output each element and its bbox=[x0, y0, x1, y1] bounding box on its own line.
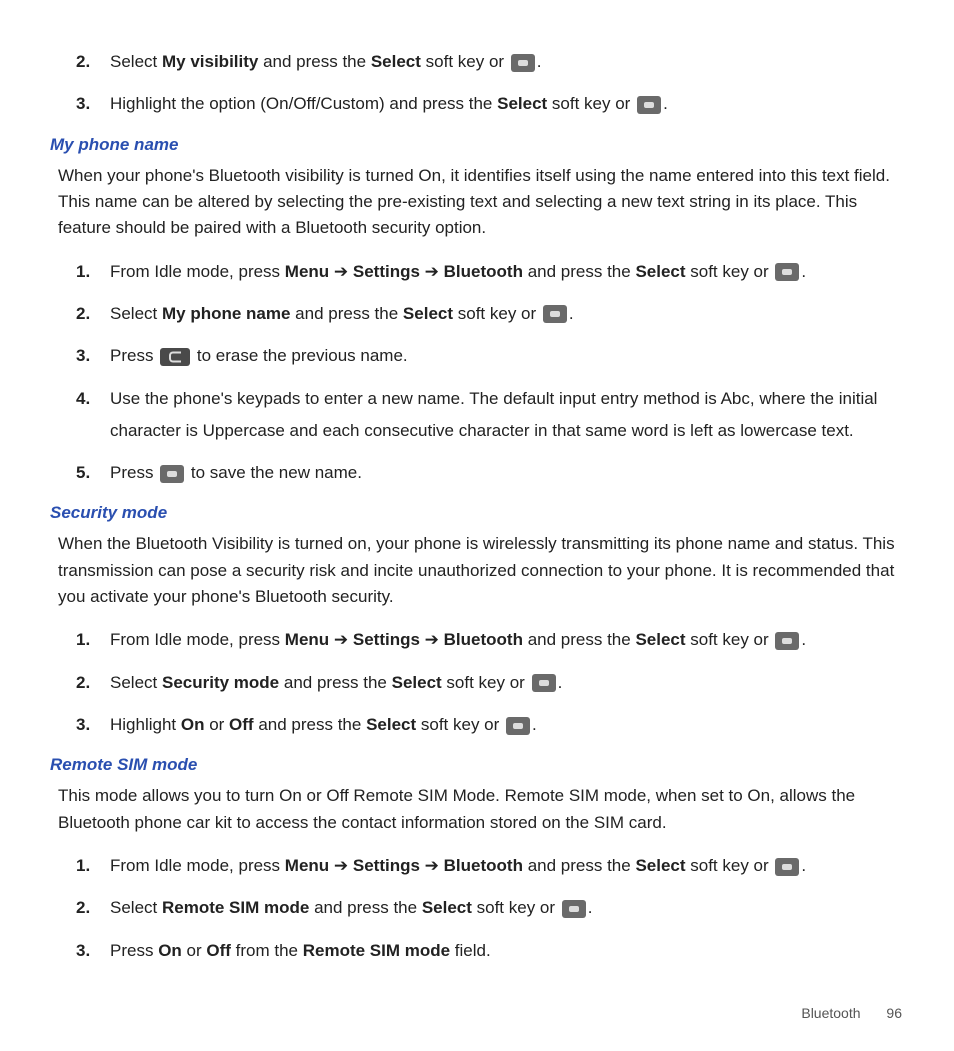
step-text: Select Security mode and press the Selec… bbox=[110, 667, 914, 699]
heading-my-phone-name: My phone name bbox=[50, 135, 914, 155]
step-text: Press On or Off from the Remote SIM mode… bbox=[110, 935, 914, 967]
footer-section: Bluetooth bbox=[801, 1005, 860, 1021]
step-number: 3. bbox=[76, 88, 110, 120]
list-item: 3.Highlight the option (On/Off/Custom) a… bbox=[76, 88, 914, 120]
step-number: 2. bbox=[76, 298, 110, 330]
ok-key-icon bbox=[160, 465, 184, 483]
page-footer: Bluetooth 96 bbox=[40, 1005, 914, 1021]
step-text: Press to save the new name. bbox=[110, 457, 914, 489]
step-text: Select Remote SIM mode and press the Sel… bbox=[110, 892, 914, 924]
para-my-phone-name: When your phone's Bluetooth visibility i… bbox=[58, 163, 914, 242]
step-number: 4. bbox=[76, 383, 110, 415]
step-number: 2. bbox=[76, 667, 110, 699]
ok-key-icon bbox=[532, 674, 556, 692]
step-number: 3. bbox=[76, 340, 110, 372]
step-text: From Idle mode, press Menu ➔ Settings ➔ … bbox=[110, 256, 914, 288]
list-item: 1.From Idle mode, press Menu ➔ Settings … bbox=[76, 850, 914, 882]
ok-key-icon bbox=[562, 900, 586, 918]
intro-steps: 2.Select My visibility and press the Sel… bbox=[76, 46, 914, 121]
steps-my-phone-name: 1.From Idle mode, press Menu ➔ Settings … bbox=[76, 256, 914, 490]
ok-key-icon bbox=[775, 858, 799, 876]
step-number: 1. bbox=[76, 256, 110, 288]
list-item: 3.Press On or Off from the Remote SIM mo… bbox=[76, 935, 914, 967]
list-item: 2.Select My phone name and press the Sel… bbox=[76, 298, 914, 330]
para-remote-sim: This mode allows you to turn On or Off R… bbox=[58, 783, 914, 836]
ok-key-icon bbox=[511, 54, 535, 72]
step-text: Highlight the option (On/Off/Custom) and… bbox=[110, 88, 914, 120]
list-item: 1.From Idle mode, press Menu ➔ Settings … bbox=[76, 256, 914, 288]
list-item: 5.Press to save the new name. bbox=[76, 457, 914, 489]
step-text: Select My visibility and press the Selec… bbox=[110, 46, 914, 78]
ok-key-icon bbox=[637, 96, 661, 114]
footer-page-number: 96 bbox=[886, 1005, 902, 1021]
step-text: Highlight On or Off and press the Select… bbox=[110, 709, 914, 741]
steps-remote-sim: 1.From Idle mode, press Menu ➔ Settings … bbox=[76, 850, 914, 967]
clear-key-icon bbox=[160, 348, 190, 366]
step-text: From Idle mode, press Menu ➔ Settings ➔ … bbox=[110, 850, 914, 882]
step-number: 1. bbox=[76, 850, 110, 882]
step-number: 2. bbox=[76, 46, 110, 78]
heading-security-mode: Security mode bbox=[50, 503, 914, 523]
list-item: 1.From Idle mode, press Menu ➔ Settings … bbox=[76, 624, 914, 656]
step-text: From Idle mode, press Menu ➔ Settings ➔ … bbox=[110, 624, 914, 656]
ok-key-icon bbox=[506, 717, 530, 735]
step-number: 1. bbox=[76, 624, 110, 656]
list-item: 2.Select My visibility and press the Sel… bbox=[76, 46, 914, 78]
step-number: 2. bbox=[76, 892, 110, 924]
list-item: 3.Highlight On or Off and press the Sele… bbox=[76, 709, 914, 741]
list-item: 4.Use the phone's keypads to enter a new… bbox=[76, 383, 914, 448]
step-number: 3. bbox=[76, 709, 110, 741]
ok-key-icon bbox=[775, 263, 799, 281]
step-text: Use the phone's keypads to enter a new n… bbox=[110, 383, 914, 448]
step-number: 3. bbox=[76, 935, 110, 967]
step-text: Press to erase the previous name. bbox=[110, 340, 914, 372]
para-security-mode: When the Bluetooth Visibility is turned … bbox=[58, 531, 914, 610]
heading-remote-sim: Remote SIM mode bbox=[50, 755, 914, 775]
step-text: Select My phone name and press the Selec… bbox=[110, 298, 914, 330]
manual-page: 2.Select My visibility and press the Sel… bbox=[0, 0, 954, 1051]
steps-security-mode: 1.From Idle mode, press Menu ➔ Settings … bbox=[76, 624, 914, 741]
ok-key-icon bbox=[543, 305, 567, 323]
list-item: 2.Select Security mode and press the Sel… bbox=[76, 667, 914, 699]
list-item: 3.Press to erase the previous name. bbox=[76, 340, 914, 372]
list-item: 2.Select Remote SIM mode and press the S… bbox=[76, 892, 914, 924]
step-number: 5. bbox=[76, 457, 110, 489]
ok-key-icon bbox=[775, 632, 799, 650]
